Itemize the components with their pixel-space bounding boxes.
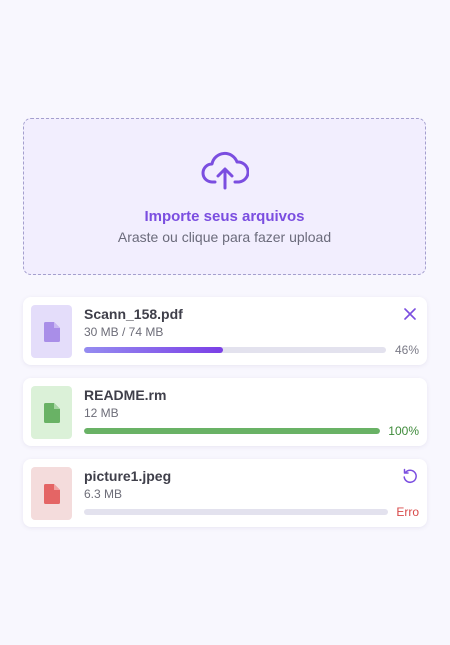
file-size: 30 MB / 74 MB [84, 325, 164, 339]
error-status: Erro [396, 505, 419, 519]
document-icon [43, 402, 60, 423]
upload-title: Importe seus arquivos [144, 208, 305, 225]
file-thumbnail [31, 305, 72, 358]
file-name: README.rm [84, 387, 167, 403]
progress-percent: 46% [394, 343, 419, 357]
progress-percent: 100% [388, 424, 419, 438]
upload-subtitle: Araste ou clique para fazer upload [117, 229, 332, 245]
close-icon [404, 308, 416, 320]
file-name: Scann_158.pdf [84, 306, 183, 322]
cancel-upload-button[interactable] [402, 306, 418, 322]
upload-progress-bar [84, 428, 380, 434]
progress-fill [84, 428, 380, 434]
upload-progress-bar [84, 509, 388, 515]
file-item-readme: README.rm 12 MB 100% [23, 378, 427, 446]
file-name: picture1.jpeg [84, 468, 172, 484]
file-thumbnail [31, 386, 72, 439]
file-size: 12 MB [84, 406, 119, 420]
file-item-picture: picture1.jpeg 6.3 MB Erro [23, 459, 427, 527]
cloud-upload-icon [201, 151, 249, 190]
file-item-scann: Scann_158.pdf 30 MB / 74 MB 46% [23, 297, 427, 365]
progress-fill [84, 347, 223, 353]
upload-dropzone[interactable]: Importe seus arquivos Araste ou clique p… [23, 118, 426, 275]
document-icon [43, 483, 60, 504]
retry-upload-button[interactable] [402, 468, 418, 484]
file-size: 6.3 MB [84, 487, 123, 501]
upload-progress-bar [84, 347, 386, 353]
file-thumbnail [31, 467, 72, 520]
retry-icon [403, 468, 417, 483]
document-icon [43, 321, 60, 342]
